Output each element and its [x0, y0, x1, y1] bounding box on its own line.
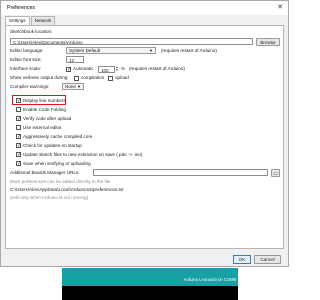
cancel-button[interactable]: Cancel — [254, 255, 281, 264]
check-updates-checkbox[interactable]: ✓ — [16, 143, 21, 149]
tab-bar: Settings Network — [5, 16, 56, 25]
font-size-field[interactable]: 12 — [66, 56, 84, 63]
use-external-editor-label: Use external editor — [23, 124, 62, 130]
verify-after-upload-checkbox[interactable]: ✓ — [16, 116, 21, 122]
close-icon[interactable]: ✕ — [277, 1, 283, 15]
preferences-dialog: Preferences ✕ Settings Network Sketchboo… — [0, 0, 289, 267]
compiler-warnings-select[interactable]: None ▼ — [62, 83, 84, 90]
ide-console — [62, 286, 238, 300]
font-size-label: Editor font size: — [10, 57, 42, 62]
compiler-warnings-label: Compiler warnings: — [10, 84, 50, 89]
chevron-down-icon[interactable]: ▼ — [115, 68, 119, 73]
boards-manager-url-field[interactable] — [93, 169, 268, 176]
highlight-box — [12, 95, 66, 105]
more-preferences-note: More preferences can be edited directly … — [10, 179, 111, 184]
tab-network[interactable]: Network — [30, 16, 56, 25]
enable-code-folding-label: Enable Code Folding — [23, 106, 66, 112]
preferences-file-path[interactable]: C:\Users\Alex\AppData\Local\Arduino15\pr… — [10, 187, 123, 193]
window-icon: ▭ — [273, 170, 278, 177]
editor-language-value: System Default — [69, 48, 101, 53]
verbose-compilation-checkbox[interactable] — [74, 75, 79, 81]
edit-hint: (edit only when Arduino is not running) — [10, 195, 89, 200]
verbose-compilation-label: compilation — [81, 75, 105, 80]
verify-after-upload-label: Verify code after upload — [23, 115, 72, 121]
scale-spinner[interactable]: ▲ ▼ — [115, 65, 119, 73]
cache-compiled-core-label: Aggressively cache compiled core — [23, 133, 93, 139]
sketchbook-label: Sketchbook location: — [10, 29, 53, 34]
title-bar: Preferences ✕ — [1, 1, 288, 15]
verbose-upload-checkbox[interactable] — [108, 75, 113, 81]
editor-language-select[interactable]: System Default ▼ — [66, 47, 156, 54]
verbose-upload-label: upload — [115, 75, 129, 80]
ok-button[interactable]: OK — [233, 255, 251, 264]
chevron-down-icon: ▼ — [77, 84, 81, 89]
compiler-warnings-value: None — [65, 84, 76, 89]
save-when-verifying-checkbox[interactable]: ✓ — [16, 161, 21, 167]
boards-manager-label: Additional Boards Manager URLs: — [10, 170, 80, 175]
update-extension-checkbox[interactable]: ✓ — [16, 152, 21, 158]
window-title: Preferences — [7, 5, 35, 11]
interface-scale-note: (requires restart of Arduino) — [129, 66, 185, 71]
automatic-scale-label: Automatic — [73, 66, 94, 71]
enable-code-folding-checkbox[interactable] — [16, 107, 21, 112]
settings-panel: Sketchbook location: C:\Users\Alex\Docum… — [5, 25, 284, 249]
automatic-scale-checkbox[interactable]: ✓ — [66, 66, 71, 72]
interface-scale-label: Interface scale: — [10, 66, 42, 71]
board-port-status: Arduino Leonardo on COM8 — [183, 277, 236, 282]
editor-language-label: Editor language: — [10, 48, 44, 53]
edit-urls-button[interactable]: ▭ — [271, 168, 280, 177]
interface-scale-field[interactable]: 100 — [98, 65, 115, 73]
tab-settings[interactable]: Settings — [5, 16, 30, 25]
verbose-output-label: Show verbose output during: — [10, 75, 69, 80]
chevron-down-icon: ▼ — [149, 48, 153, 53]
use-external-editor-checkbox[interactable] — [16, 125, 21, 130]
interface-scale-unit: % — [121, 66, 126, 71]
save-when-verifying-label: Save when verifying or uploading — [23, 160, 91, 166]
sketchbook-location-field[interactable]: C:\Users\Alex\Documents\Arduino — [10, 38, 253, 45]
update-extension-label: Update sketch files to new extension on … — [23, 151, 143, 157]
cache-compiled-core-checkbox[interactable]: ✓ — [16, 134, 21, 140]
check-updates-label: Check for updates on startup — [23, 142, 82, 148]
browse-button[interactable]: Browse — [256, 37, 280, 46]
editor-language-note: (requires restart of Arduino) — [161, 48, 217, 53]
